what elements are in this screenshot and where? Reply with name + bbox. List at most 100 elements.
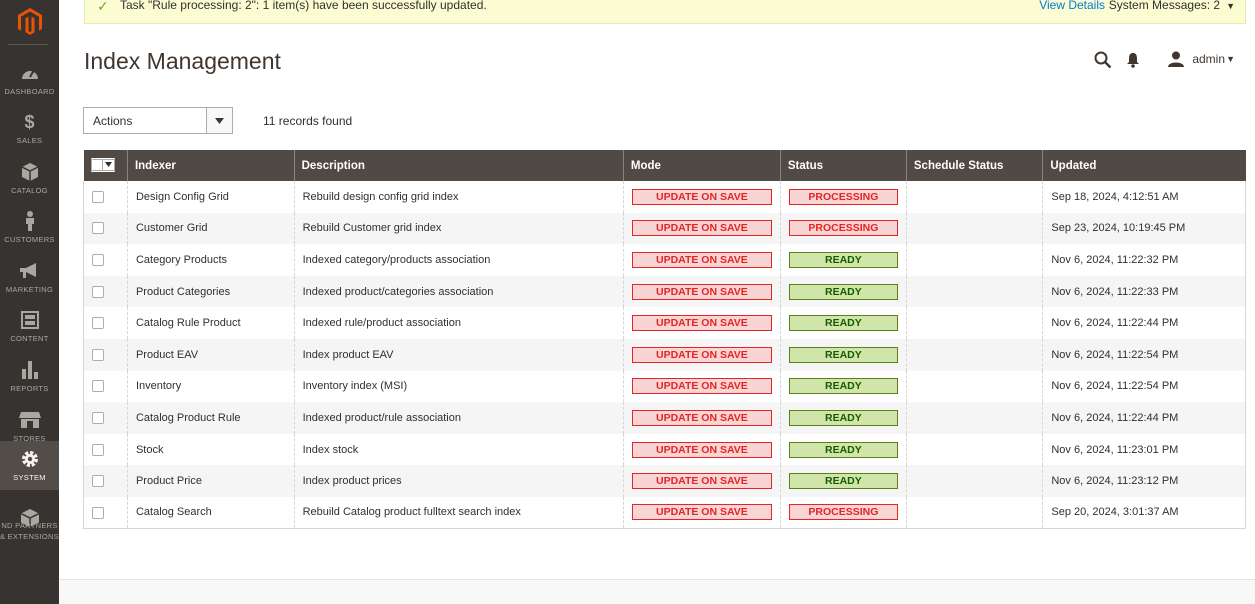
indexer-cell: Design Config Grid [126,181,295,213]
sidebar-item-reports[interactable]: REPORTS [0,352,59,402]
table-row[interactable]: Product EAV Index product EAV UPDATE ON SA… [83,338,1246,371]
sidebar-item-sales[interactable]: $ SALES [0,104,59,154]
table-row[interactable]: Catalog Product Rule Indexed product/rule… [83,402,1246,434]
row-checkbox[interactable] [92,254,104,267]
sidebar-item-label: CATALOG [11,186,48,195]
status-badge: READY [788,346,898,363]
indexer-cell: Product Price [126,465,295,497]
row-checkbox[interactable] [92,190,104,203]
system-messages-toggle[interactable]: System Messages: 2 ▼ [1109,0,1235,12]
row-checkbox[interactable] [92,475,104,488]
sidebar-item-label: SALES [16,136,43,145]
mode-badge: UPDATE ON SAVE [631,504,772,521]
updated-cell: Nov 6, 2024, 11:22:33 PM [1042,275,1246,308]
table-row[interactable]: Customer Grid Rebuild Customer grid index… [83,212,1246,245]
row-checkbox[interactable] [92,348,104,361]
magento-logo-icon [17,8,42,35]
table-row[interactable]: Product Categories Indexed product/catego… [83,275,1246,308]
indexer-grid: Indexer Description Mode Status Schedule… [83,150,1246,530]
status-cell: READY [779,370,907,403]
description-cell: Inventory index (MSI) [293,370,624,403]
row-checkbox[interactable] [92,443,104,456]
admin-user-menu[interactable]: admin [1192,52,1225,66]
column-header-updated[interactable]: Updated [1042,150,1246,181]
mode-cell: UPDATE ON SAVE [622,465,781,497]
mass-select-checkbox[interactable] [90,157,115,172]
status-cell: PROCESSING [779,212,907,245]
column-header-indexer[interactable]: Indexer [126,150,295,181]
grid-body: Design Config Grid Rebuild design config … [83,181,1246,530]
view-details-link[interactable]: View Details [1039,0,1105,12]
mode-cell: UPDATE ON SAVE [622,433,781,466]
table-row[interactable]: Product Price Index product prices UPDATE … [83,465,1246,497]
mode-cell: UPDATE ON SAVE [622,307,781,339]
sidebar-item-label: SYSTEM [13,473,46,482]
updated-cell: Nov 6, 2024, 11:22:32 PM [1042,244,1246,276]
schedule-status-cell [905,433,1043,466]
mode-cell: UPDATE ON SAVE [622,370,781,403]
caret-down-icon[interactable]: ▼ [1226,54,1235,64]
schedule-status-cell [905,338,1043,371]
column-header-status[interactable]: Status [779,150,907,181]
mode-badge: UPDATE ON SAVE [631,378,772,395]
message-text: Task "Rule processing: 2": 1 item(s) hav… [120,0,487,12]
description-cell: Index product prices [293,465,624,497]
gear-icon [0,449,59,469]
chevron-down-icon[interactable] [102,158,115,171]
schedule-status-cell [905,402,1043,434]
row-checkbox-cell [83,338,128,371]
sidebar-item-partners[interactable]: ND PARTNERS & EXTENSIONS [0,500,59,550]
row-checkbox[interactable] [92,222,104,235]
sidebar-item-marketing[interactable]: MARKETING [0,253,59,303]
sidebar-item-customers[interactable]: CUSTOMERS [0,203,59,253]
dollar-icon: $ [24,111,35,132]
description-cell: Indexed category/products association [293,244,624,276]
table-row[interactable]: Stock Index stock UPDATE ON SAVE READY Nov 6… [83,433,1246,466]
description-cell: Indexed product/categories association [293,275,624,308]
indexer-cell: Category Products [126,244,295,276]
row-checkbox-cell [83,465,128,497]
table-row[interactable]: Catalog Rule Product Indexed rule/product… [83,307,1246,339]
mode-cell: UPDATE ON SAVE [622,496,781,530]
mode-badge: UPDATE ON SAVE [631,251,772,268]
table-row[interactable]: Design Config Grid Rebuild design config … [83,181,1246,213]
sidebar-item-content[interactable]: CONTENT [0,302,59,352]
updated-cell: Sep 23, 2024, 10:19:45 PM [1042,212,1246,245]
bell-icon[interactable] [1126,52,1140,73]
mode-badge: UPDATE ON SAVE [631,346,772,363]
row-checkbox[interactable] [92,285,104,298]
column-header-mode[interactable]: Mode [622,150,781,181]
sidebar-item-catalog[interactable]: CATALOG [0,154,59,204]
row-checkbox[interactable] [92,317,104,330]
status-cell: READY [779,307,907,339]
sidebar-item-label: ND PARTNERS [1,521,58,530]
magento-logo[interactable] [0,0,59,44]
mode-badge: UPDATE ON SAVE [631,441,772,458]
mode-cell: UPDATE ON SAVE [622,275,781,308]
mass-actions-dropdown[interactable]: Actions [83,107,233,134]
sidebar-item-system[interactable]: SYSTEM [0,441,59,490]
row-checkbox-cell [83,496,128,530]
indexer-cell: Inventory [126,370,295,403]
schedule-status-cell [905,307,1043,339]
status-badge: READY [788,315,898,332]
row-checkbox[interactable] [92,380,104,393]
row-checkbox[interactable] [92,506,104,519]
status-cell: READY [779,433,907,466]
caret-down-icon: ▼ [1226,1,1235,11]
column-header-schedule-status[interactable]: Schedule Status [905,150,1043,181]
table-row[interactable]: Category Products Indexed category/produc… [83,244,1246,276]
row-checkbox[interactable] [92,412,104,424]
user-icon[interactable] [1168,51,1184,72]
sidebar-item-dashboard[interactable]: DASHBOARD [0,55,59,105]
mode-cell: UPDATE ON SAVE [622,181,781,213]
search-icon[interactable] [1094,51,1112,74]
schedule-status-cell [905,370,1043,403]
status-badge: READY [788,251,898,268]
table-row[interactable]: Inventory Inventory index (MSI) UPDATE ON … [83,370,1246,403]
grid-header-row: Indexer Description Mode Status Schedule… [83,150,1246,181]
table-row[interactable]: Catalog Search Rebuild Catalog product fu… [83,496,1246,530]
indexer-cell: Catalog Rule Product [126,307,295,339]
select-all-checkbox[interactable] [90,158,103,171]
column-header-description[interactable]: Description [293,150,624,181]
